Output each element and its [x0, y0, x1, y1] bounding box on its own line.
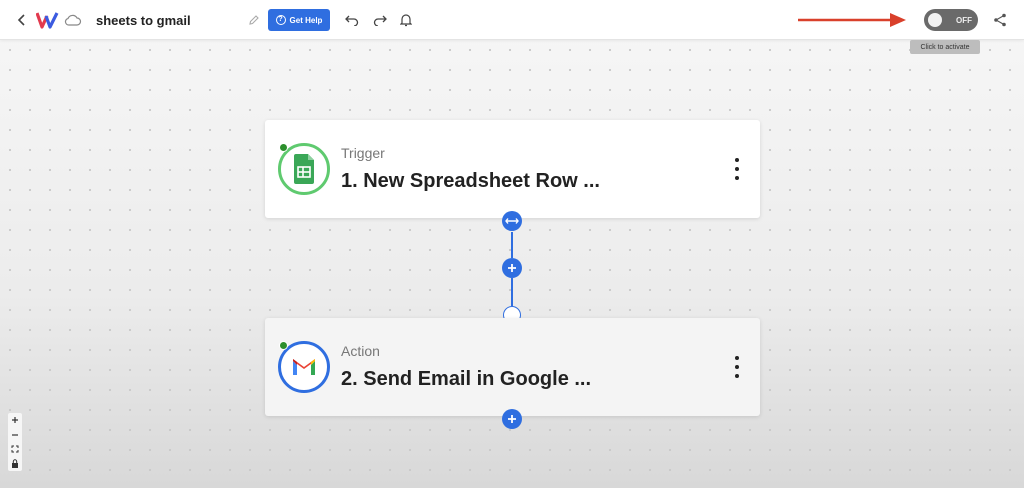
menu-dot	[735, 356, 739, 360]
logo-w-icon	[36, 12, 59, 29]
top-toolbar: sheets to gmail ? Get Help OFF	[0, 0, 1024, 40]
add-step-button[interactable]	[502, 258, 522, 278]
back-button[interactable]	[12, 10, 32, 30]
toggle-state-label: OFF	[956, 15, 972, 25]
action-step-card[interactable]: Action 2. Send Email in Google ...	[265, 318, 760, 416]
redo-button[interactable]	[372, 12, 388, 28]
chevron-left-icon	[17, 14, 25, 26]
lock-icon[interactable]	[10, 459, 20, 469]
share-button[interactable]	[992, 12, 1008, 28]
bell-icon	[400, 13, 412, 26]
plus-icon	[508, 415, 516, 423]
step-type-label: Trigger	[341, 145, 385, 161]
undo-button[interactable]	[344, 12, 360, 28]
undo-icon	[345, 15, 359, 26]
connector-line	[511, 232, 513, 258]
gmail-icon	[293, 359, 315, 375]
resize-horizontal-icon	[505, 218, 519, 224]
get-help-label: Get Help	[289, 15, 323, 25]
menu-dot	[735, 158, 739, 162]
menu-dot	[735, 176, 739, 180]
zoom-out-icon[interactable]	[10, 430, 20, 440]
step-menu-button[interactable]	[727, 158, 747, 180]
status-dot	[279, 143, 288, 152]
workflow-title[interactable]: sheets to gmail	[96, 12, 191, 28]
fit-view-icon[interactable]	[10, 444, 20, 454]
canvas-controls	[8, 413, 22, 471]
step-name[interactable]: 2. Send Email in Google ...	[341, 368, 591, 391]
share-icon	[994, 13, 1006, 27]
notifications-button[interactable]	[398, 11, 414, 28]
activate-toggle[interactable]: OFF	[924, 9, 978, 31]
plus-icon	[508, 264, 516, 272]
toggle-knob	[928, 13, 942, 27]
step-menu-button[interactable]	[727, 356, 747, 378]
step-name[interactable]: 1. New Spreadsheet Row ...	[341, 170, 600, 193]
get-help-button[interactable]: ? Get Help	[268, 9, 330, 31]
cloud-sync-icon	[64, 11, 82, 29]
zoom-in-icon[interactable]	[10, 415, 20, 425]
redo-icon	[373, 15, 387, 26]
help-icon: ?	[275, 15, 286, 25]
edit-title-button[interactable]	[246, 12, 262, 28]
status-dot	[279, 341, 288, 350]
trigger-step-card[interactable]: Trigger 1. New Spreadsheet Row ...	[265, 120, 760, 218]
add-step-button-bottom[interactable]	[502, 409, 522, 429]
app-logo[interactable]	[36, 10, 60, 30]
pencil-icon	[249, 15, 259, 25]
connector-line	[511, 278, 513, 306]
step-type-label: Action	[341, 343, 380, 359]
drag-connector-button[interactable]	[502, 211, 522, 231]
menu-dot	[735, 167, 739, 171]
menu-dot	[735, 374, 739, 378]
activate-tooltip: Click to activate	[910, 40, 980, 54]
google-sheets-icon	[294, 154, 314, 184]
red-arrow-annotation-icon	[798, 13, 906, 27]
menu-dot	[735, 365, 739, 369]
